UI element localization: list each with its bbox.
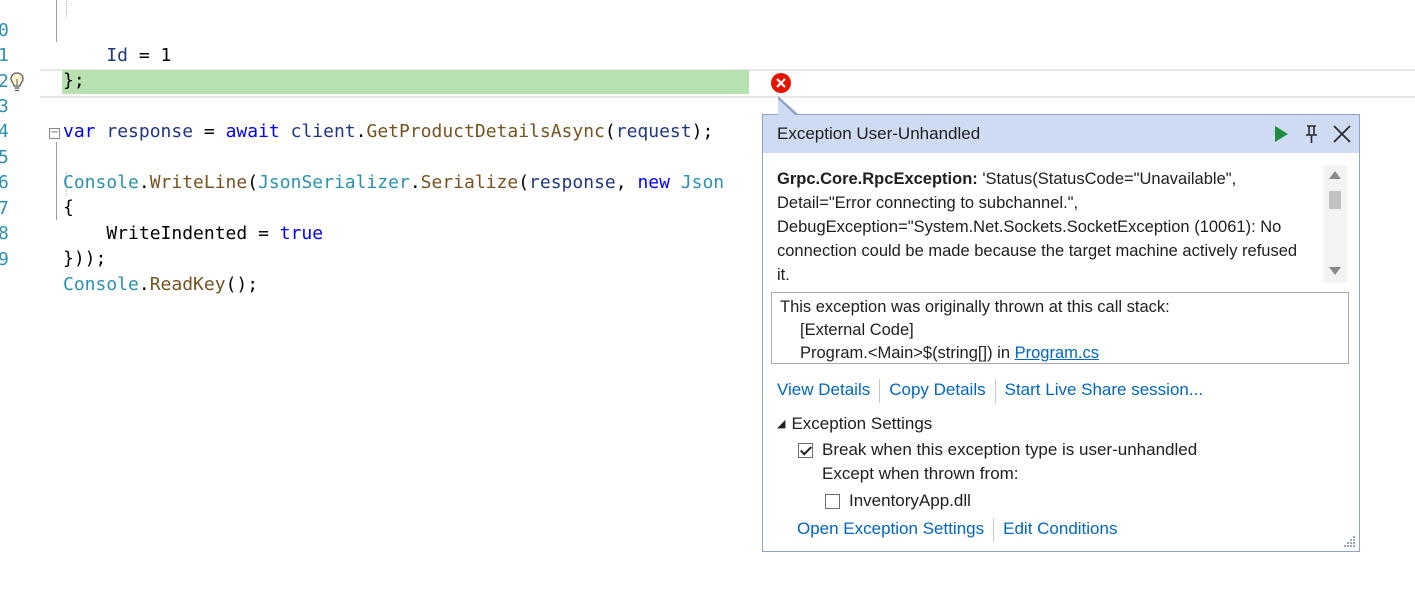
break-checkbox-row[interactable]: Break when this exception type is user-u… <box>798 440 1197 460</box>
separator <box>994 378 996 403</box>
error-circle-icon[interactable] <box>770 72 792 94</box>
exception-settings-toggle[interactable]: ◢ Exception Settings <box>777 414 932 434</box>
exception-settings-label: Exception Settings <box>791 414 933 433</box>
separator <box>879 378 881 403</box>
edit-conditions-link[interactable]: Edit Conditions <box>1003 519 1117 538</box>
module-checkbox[interactable] <box>825 493 840 509</box>
code-text: Console.ReadKey(); <box>63 274 259 295</box>
message-scrollbar[interactable] <box>1323 165 1347 283</box>
stack-frame: Program.<Main>$(string[]) in Program.cs <box>780 342 1348 365</box>
view-details-link[interactable]: View Details <box>777 380 870 399</box>
popup-title: Exception User-Unhandled <box>777 124 981 143</box>
scroll-down-arrow-icon[interactable] <box>1329 267 1341 275</box>
code-line: 1 }; <box>0 18 1415 91</box>
live-share-link[interactable]: Start Live Share session... <box>1005 380 1203 399</box>
separator <box>993 517 995 542</box>
scroll-thumb[interactable] <box>1329 191 1341 209</box>
code-line: 2 <box>0 44 1415 92</box>
stack-external: [External Code] <box>800 321 914 339</box>
popup-header: Exception User-Unhandled <box>763 115 1359 153</box>
play-icon[interactable] <box>1269 122 1293 146</box>
call-stack-box: This exception was originally thrown at … <box>771 292 1349 364</box>
exception-type: Grpc.Core.RpcException: <box>777 170 978 188</box>
code-line: 0 Id = 1 <box>0 0 1415 66</box>
code-line-current: 3 var response = await client.GetProduct… <box>0 69 1415 142</box>
exception-helper-popup: Exception User-Unhandled Grpc.Core.RpcEx… <box>762 99 1360 552</box>
open-exception-settings-link[interactable]: Open Exception Settings <box>797 519 984 538</box>
collapse-toggle[interactable]: − <box>49 128 60 139</box>
lightbulb-icon[interactable] <box>9 71 25 93</box>
popup-pointer-fill <box>778 99 795 115</box>
except-label: Except when thrown from: <box>822 464 1019 483</box>
popup-body: Grpc.Core.RpcException: 'Status(StatusCo… <box>763 153 1359 551</box>
settings-links: Open Exception Settings Edit Conditions <box>797 517 1117 542</box>
stack-intro: This exception was originally thrown at … <box>780 298 1170 316</box>
line-number: 9 <box>0 249 9 270</box>
pin-icon[interactable] <box>1300 122 1324 146</box>
copy-details-link[interactable]: Copy Details <box>889 380 985 399</box>
scroll-up-arrow-icon[interactable] <box>1329 171 1341 179</box>
collapse-triangle-icon: ◢ <box>777 418 786 430</box>
module-checkbox-row[interactable]: InventoryApp.dll <box>825 491 971 511</box>
exception-message[interactable]: Grpc.Core.RpcException: 'Status(StatusCo… <box>777 167 1307 287</box>
module-checkbox-label: InventoryApp.dll <box>849 491 971 510</box>
stack-file-link[interactable]: Program.cs <box>1015 344 1099 362</box>
code-text: })); <box>63 248 107 269</box>
close-icon[interactable] <box>1330 122 1354 146</box>
resize-grip-icon[interactable] <box>1342 534 1356 548</box>
break-checkbox-label: Break when this exception type is user-u… <box>822 440 1198 459</box>
action-links: View Details Copy Details Start Live Share… <box>777 378 1203 403</box>
break-checkbox[interactable] <box>798 442 813 458</box>
stack-frame-text: Program.<Main>$(string[]) in <box>800 344 1015 362</box>
